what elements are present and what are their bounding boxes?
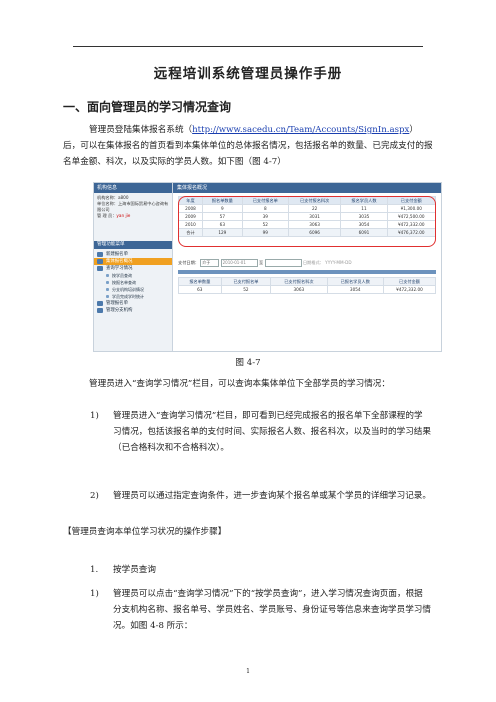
paragraph-text: 管理员进入“查询学习情况”栏目，可以查询本集体单位下全部学员的学习情况： xyxy=(89,379,390,389)
table-header-row: 报名单数量 已支付报名单 已支付报名科次 已报名学员人数 已支付金额 xyxy=(178,277,437,286)
org-info-line: 管 理 员：yan jie xyxy=(97,213,131,218)
submenu-bullet-icon xyxy=(106,274,109,277)
table-cell: 3063 xyxy=(270,285,328,294)
submenu-bullet-icon xyxy=(106,281,109,284)
table-cell: 3054 xyxy=(326,285,384,294)
list-text: 管理员可以点击“查询学习情况”下的“按学员查询”，进入学习情况查询页面，根据分支… xyxy=(113,589,431,631)
menu-item-manage-branches[interactable]: 管理分支机构 xyxy=(94,307,172,314)
date-format-hint: YYYY-MM-DD xyxy=(325,260,352,265)
menu-item-branch[interactable]: 分支机构培训情况 xyxy=(94,286,172,293)
menu-bullet-icon xyxy=(97,252,103,257)
range-separator: 至 xyxy=(258,260,264,265)
list-number: 1) xyxy=(90,589,99,599)
date-filter: 支付日期： 介于 2010-01-01 至 日期格式： YYYY-MM-DD xyxy=(178,259,352,267)
list-text: 管理员可以通过指定查询条件，进一步查询某个报名单或某个学员的详细学习记录。 xyxy=(113,491,431,501)
detail-table: 报名单数量 已支付报名单 已支付报名科次 已报名学员人数 已支付金额 63 52… xyxy=(178,277,437,294)
menu-bullet-icon xyxy=(97,308,103,313)
side-menu: 新建报名单 集体报名概况 查询学习情况 按学员查询 按报名单查询 分支机构培训情… xyxy=(94,251,172,314)
menu-item-hours[interactable]: 学员完成学时统计 xyxy=(94,293,172,300)
highlight-oval xyxy=(178,196,436,247)
body-paragraph: 管理员进入“查询学习情况”栏目，可以查询本集体单位下全部学员的学习情况： xyxy=(63,376,433,392)
menu-item-manage-forms[interactable]: 管理报名单 xyxy=(94,300,172,307)
menu-bullet-icon xyxy=(97,266,103,271)
operator-select[interactable]: 介于 xyxy=(200,259,220,267)
menu-bullet-icon xyxy=(97,259,103,264)
submenu-bullet-icon xyxy=(106,288,109,291)
menu-title: 管理功能菜单 xyxy=(94,241,172,249)
menu-item-overview[interactable]: 集体报名概况 xyxy=(94,258,172,265)
date-format-label: 日期格式： xyxy=(302,260,324,265)
step-text: 按学员查询 xyxy=(113,565,156,575)
table-row: 63 52 3063 3054 ¥472,332.00 xyxy=(178,285,437,294)
menu-item-new-form[interactable]: 新建报名单 xyxy=(94,251,172,258)
list-number: 2) xyxy=(90,491,99,501)
menu-item-study-query[interactable]: 查询学习情况 xyxy=(94,265,172,272)
figure-caption: 图 4-7 xyxy=(235,358,261,368)
step-number: 1. xyxy=(90,565,99,575)
column-header: 已支付金额 xyxy=(382,277,437,286)
steps-heading: 【管理员查询本单位学习状况的操作步骤】 xyxy=(63,527,227,537)
end-date-input[interactable] xyxy=(264,259,302,267)
table-cell: 52 xyxy=(220,285,272,294)
column-header: 已支付报名科次 xyxy=(270,277,328,286)
header-rule xyxy=(73,46,423,47)
menu-item-by-form[interactable]: 按报名单查询 xyxy=(94,279,172,286)
column-header: 报名单数量 xyxy=(178,277,222,286)
column-header: 已支付报名单 xyxy=(220,277,272,286)
org-info: 机构名称：a800 单位名称：上海市国际贸易中心咨询有限公司 管 理 员：yan… xyxy=(97,195,171,219)
menu-bullet-icon xyxy=(97,301,103,306)
menu-item-by-student[interactable]: 按学员查询 xyxy=(94,272,172,279)
signin-link[interactable]: http://www.sacedu.cn/Team/Accounts/SignI… xyxy=(192,125,409,135)
admin-name: yan jie xyxy=(116,213,131,218)
screenshot-figure: 机构信息 机构名称：a800 单位名称：上海市国际贸易中心咨询有限公司 管 理 … xyxy=(93,182,442,352)
document-title: 远程培训系统管理员操作手册 xyxy=(153,66,343,82)
table-cell: 63 xyxy=(178,285,222,294)
org-info-line: 单位名称：上海市国际贸易中心咨询有限公司 xyxy=(97,201,169,212)
org-info-title: 机构信息 xyxy=(94,183,172,193)
table-cell: ¥472,332.00 xyxy=(382,285,437,294)
list-text: 管理员进入“查询学习情况”栏目，即可看到已经完成报名的报名单下全部课程的学习情况… xyxy=(113,411,431,453)
intro-text-before: 管理员登陆集体报名系统（ xyxy=(89,125,193,135)
start-date-input[interactable]: 2010-01-01 xyxy=(220,259,258,267)
column-header: 已报名学员人数 xyxy=(326,277,384,286)
divider-bar xyxy=(178,270,436,274)
page-number: 1 xyxy=(246,668,250,675)
section-heading: 一、面向管理员的学习情况查询 xyxy=(63,100,232,114)
filter-label: 支付日期： xyxy=(178,260,199,265)
list-number: 1) xyxy=(90,411,99,421)
submenu-bullet-icon xyxy=(106,295,109,298)
intro-paragraph: 管理员登陆集体报名系统（http://www.sacedu.cn/Team/Ac… xyxy=(63,122,433,170)
overview-title: 集体报名概况 xyxy=(173,183,441,193)
